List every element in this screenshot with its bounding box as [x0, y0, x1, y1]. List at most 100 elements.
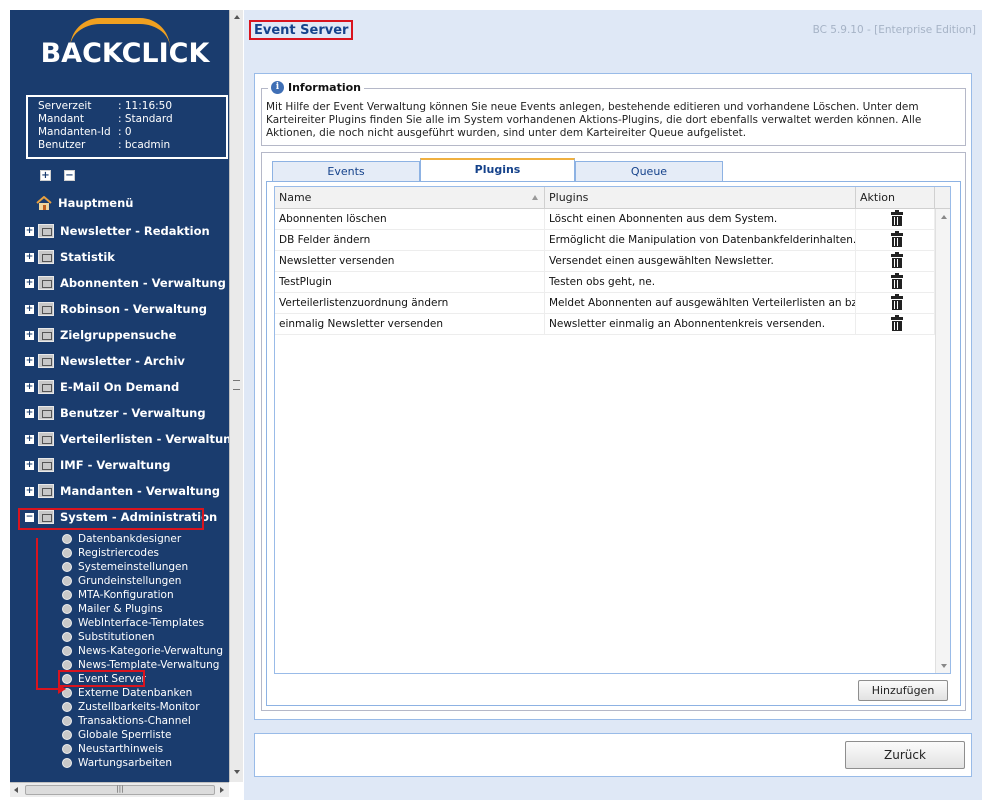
expand-icon[interactable]: + — [25, 330, 34, 340]
table-row[interactable]: Newsletter versenden Versendet einen ausg… — [275, 251, 935, 272]
sort-asc-icon — [532, 195, 538, 200]
subnav-item[interactable]: WebInterface-Templates — [62, 616, 204, 630]
add-button[interactable]: Hinzufügen — [858, 680, 948, 701]
nav-item[interactable]: + Benutzer - Verwaltung — [25, 404, 206, 422]
sidebar-horizontal-scrollbar[interactable]: ||| — [10, 782, 229, 797]
gear-icon — [62, 730, 72, 740]
expand-icon[interactable]: + — [25, 486, 34, 496]
trash-icon[interactable] — [891, 294, 903, 310]
splitter-grip-icon[interactable] — [233, 380, 240, 390]
subnav-item[interactable]: MTA-Konfiguration — [62, 588, 174, 602]
subnav-item[interactable]: News-Kategorie-Verwaltung — [62, 644, 223, 658]
table-row[interactable]: einmalig Newsletter versenden Newsletter … — [275, 314, 935, 335]
gear-icon — [62, 604, 72, 614]
nav-item[interactable]: + Verteilerlisten - Verwaltung — [25, 430, 229, 448]
nav-item[interactable]: + Statistik — [25, 248, 115, 266]
gear-icon — [62, 576, 72, 586]
subnav-item[interactable]: Registriercodes — [62, 546, 159, 560]
subnav-item-label: Externe Datenbanken — [78, 687, 193, 699]
highlight-system-admin — [18, 508, 204, 530]
scroll-up-icon[interactable] — [234, 15, 240, 19]
tab-plugins[interactable]: Plugins — [420, 158, 575, 181]
subnav-item-label: News-Kategorie-Verwaltung — [78, 645, 224, 657]
trash-icon[interactable] — [891, 210, 903, 226]
subnav-item[interactable]: Grundeinstellungen — [62, 574, 181, 588]
table-row[interactable]: Verteilerlistenzuordnung ändern Meldet Ab… — [275, 293, 935, 314]
cell-name: DB Felder ändern — [275, 230, 545, 251]
collapse-all-button[interactable]: − — [64, 170, 75, 181]
trash-icon[interactable] — [891, 252, 903, 268]
scroll-left-icon[interactable] — [14, 787, 18, 793]
cell-name: TestPlugin — [275, 272, 545, 293]
trash-icon[interactable] — [891, 273, 903, 289]
scroll-thumb[interactable]: ||| — [25, 785, 215, 795]
expand-all-button[interactable]: + — [40, 170, 51, 181]
cell-name: Abonnenten löschen — [275, 209, 545, 230]
subnav-item[interactable]: Transaktions-Channel — [62, 714, 191, 728]
expand-icon[interactable]: + — [25, 278, 34, 288]
table-row[interactable]: Abonnenten löschen Löscht einen Abonnente… — [275, 209, 935, 230]
table-row[interactable]: TestPlugin Testen obs geht, ne. — [275, 272, 935, 293]
nav-item[interactable]: Hauptmenü — [36, 194, 133, 212]
tab-events[interactable]: Events — [272, 161, 420, 181]
nav-item[interactable]: + Newsletter - Redaktion — [25, 222, 210, 240]
subnav-item-label: Mailer & Plugins — [78, 603, 163, 615]
subnav-item[interactable]: Substitutionen — [62, 630, 155, 644]
scroll-right-icon[interactable] — [220, 787, 224, 793]
column-header-aktion[interactable]: Aktion — [856, 187, 935, 209]
scroll-down-icon[interactable] — [941, 664, 947, 668]
grid-vertical-scrollbar[interactable] — [935, 209, 950, 673]
column-header-name[interactable]: Name — [275, 187, 545, 209]
plugins-tab-body: Name Plugins Aktion Abonnenten löschen Lö… — [266, 181, 961, 706]
nav-item[interactable]: + IMF - Verwaltung — [25, 456, 171, 474]
subnav-item[interactable]: Zustellbarkeits-Monitor — [62, 700, 200, 714]
subnav-item[interactable]: Externe Datenbanken — [62, 686, 192, 700]
cell-plugin: Versendet einen ausgewählten Newsletter. — [545, 251, 856, 272]
info-key: Serverzeit — [38, 100, 92, 112]
expand-icon[interactable]: + — [25, 434, 34, 444]
expand-icon[interactable]: + — [25, 356, 34, 366]
tree-controls: + − — [40, 168, 88, 181]
subnav-item[interactable]: Wartungsarbeiten — [62, 756, 172, 770]
nav-item[interactable]: + Robinson - Verwaltung — [25, 300, 207, 318]
scroll-down-icon[interactable] — [234, 770, 240, 774]
expand-icon[interactable]: + — [25, 382, 34, 392]
expand-icon[interactable]: + — [25, 408, 34, 418]
nav-item[interactable]: + E-Mail On Demand — [25, 378, 179, 396]
expand-icon[interactable]: + — [25, 304, 34, 314]
gear-icon — [62, 702, 72, 712]
trash-icon[interactable] — [891, 231, 903, 247]
subnav-item[interactable]: Systemeinstellungen — [62, 560, 188, 574]
sidebar-vertical-scrollbar[interactable] — [229, 10, 243, 782]
back-button[interactable]: Zurück — [845, 741, 965, 769]
info-key: Mandant — [38, 113, 85, 125]
nav-item[interactable]: + Abonnenten - Verwaltung — [25, 274, 226, 292]
backclick-logo: BACKCLICK — [10, 10, 229, 90]
subnav-item[interactable]: Datenbankdesigner — [62, 532, 181, 546]
subnav-item[interactable]: Mailer & Plugins — [62, 602, 163, 616]
subnav-item-label: Globale Sperrliste — [78, 729, 172, 741]
tab-queue[interactable]: Queue — [575, 161, 723, 181]
column-header-plugins[interactable]: Plugins — [545, 187, 856, 209]
nav-item[interactable]: + Zielgruppensuche — [25, 326, 176, 344]
table-row[interactable]: DB Felder ändern Ermöglicht die Manipulat… — [275, 230, 935, 251]
subnav-item-label: Datenbankdesigner — [78, 533, 182, 545]
trash-icon[interactable] — [891, 315, 903, 331]
cell-plugin: Testen obs geht, ne. — [545, 272, 856, 293]
cell-action — [856, 251, 935, 272]
nav-item-label: Statistik — [60, 250, 115, 264]
folder-icon — [38, 406, 54, 420]
expand-icon[interactable]: + — [25, 252, 34, 262]
subnav-item-label: Grundeinstellungen — [78, 575, 182, 587]
gear-icon — [62, 562, 72, 572]
nav-item[interactable]: + Mandanten - Verwaltung — [25, 482, 220, 500]
expand-icon[interactable]: + — [25, 460, 34, 470]
folder-icon — [38, 276, 54, 290]
expand-icon[interactable]: + — [25, 226, 34, 236]
cell-plugin: Löscht einen Abonnenten aus dem System. — [545, 209, 856, 230]
subnav-item-label: WebInterface-Templates — [78, 617, 205, 629]
nav-item[interactable]: + Newsletter - Archiv — [25, 352, 185, 370]
subnav-item[interactable]: Globale Sperrliste — [62, 728, 171, 742]
subnav-item[interactable]: Neustarthinweis — [62, 742, 163, 756]
scroll-up-icon[interactable] — [941, 215, 947, 219]
